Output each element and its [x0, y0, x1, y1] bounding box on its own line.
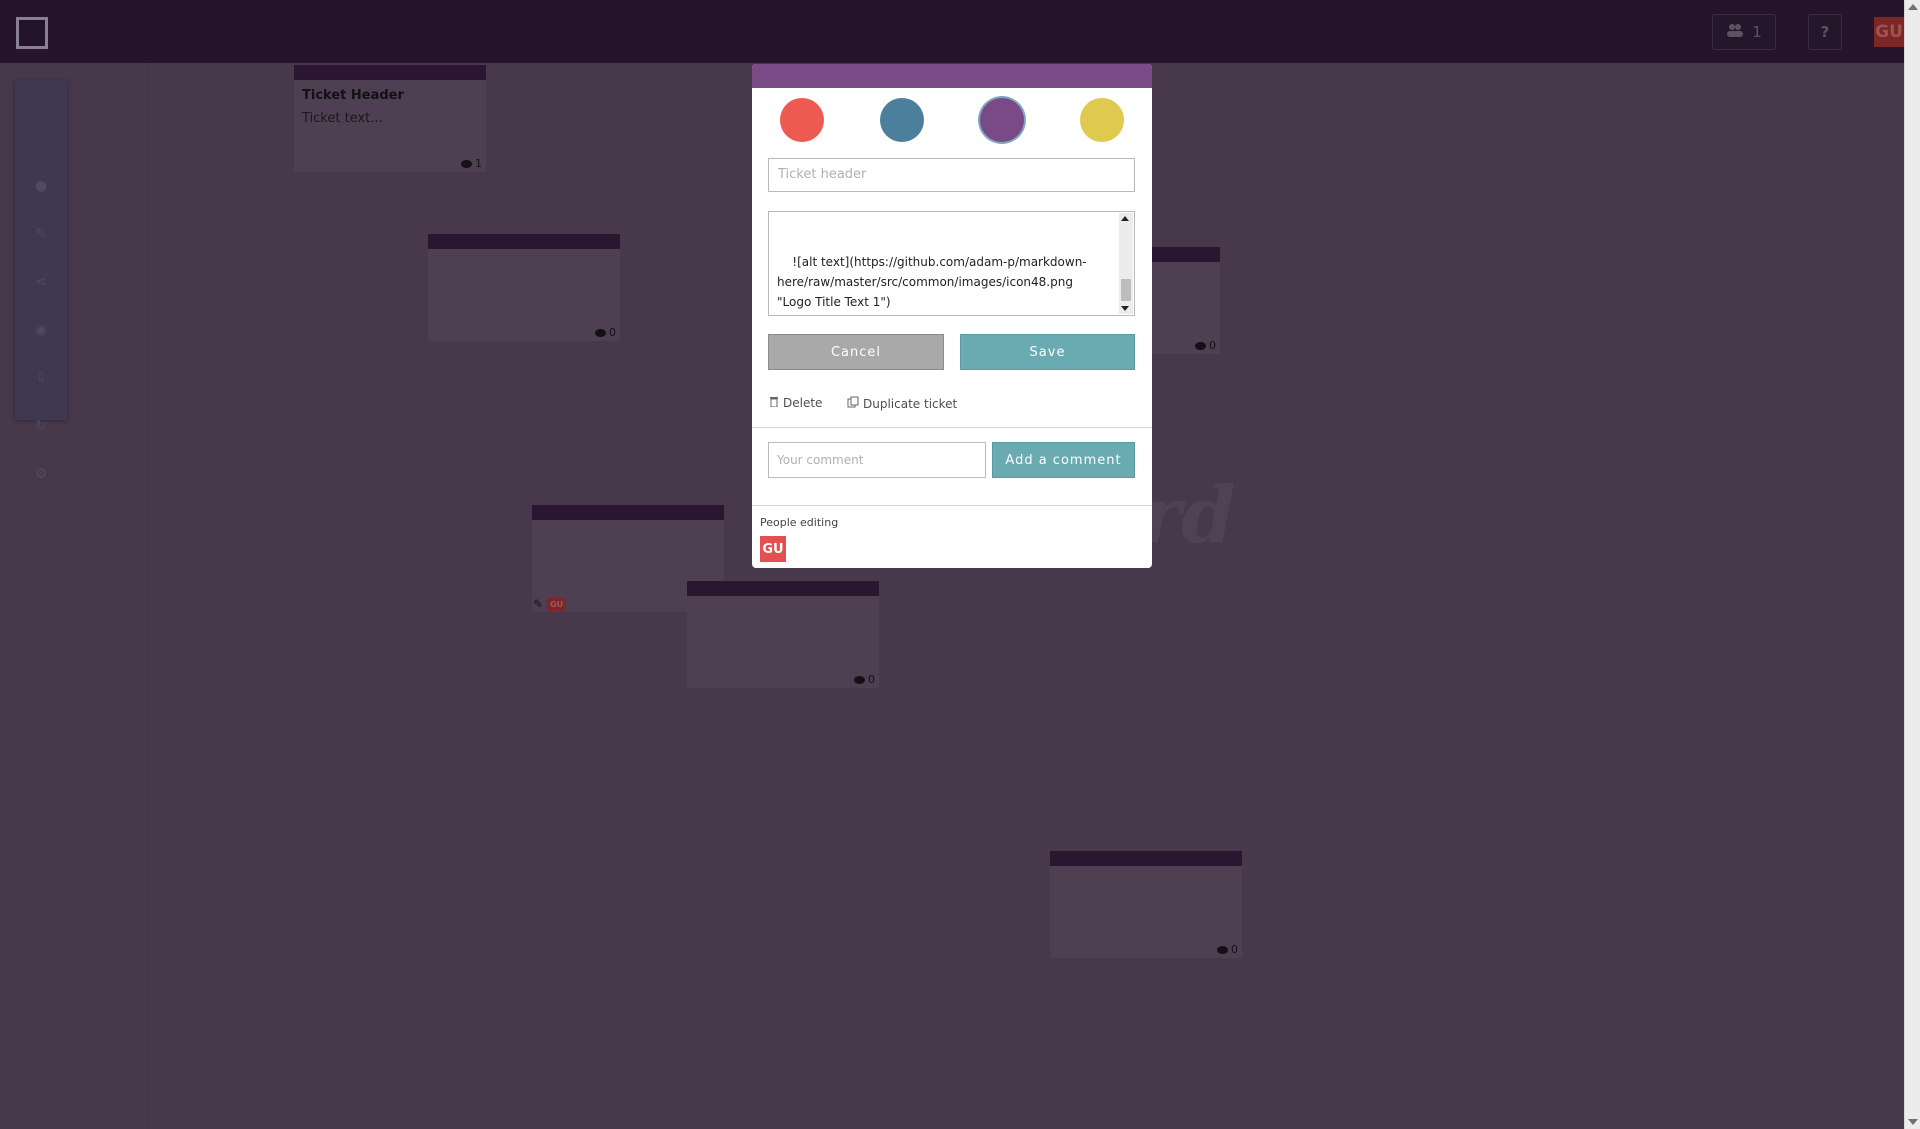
users-icon [1726, 23, 1744, 41]
ticket-color-bar [294, 65, 486, 80]
ticket-color-bar [1050, 851, 1242, 866]
delete-link[interactable]: Delete [769, 396, 822, 410]
ticket-header: Ticket Header [302, 88, 404, 103]
ticket-color-bar [687, 581, 879, 596]
add-comment-button[interactable]: Add a comment [992, 442, 1135, 478]
comment-count: 0 [854, 673, 875, 686]
edit-icon[interactable]: ✎ [15, 224, 67, 244]
ticket[interactable]: 0 [687, 581, 879, 688]
comment-count: 1 [461, 157, 482, 170]
editor-badge: GU [547, 597, 567, 611]
refresh-icon[interactable]: ↻ [15, 416, 67, 436]
help-button[interactable]: ? [1808, 14, 1842, 50]
color-swatch-yellow[interactable] [1080, 98, 1124, 142]
top-bar: 1 ? GU [0, 0, 1904, 63]
ticket-color-bar [532, 505, 724, 520]
modal-divider [752, 427, 1152, 428]
scroll-down-icon[interactable] [1121, 306, 1129, 311]
modal-divider [752, 505, 1152, 506]
duplicate-ticket-link[interactable]: Duplicate ticket [847, 396, 957, 411]
editor-avatar: GU [760, 536, 786, 562]
view-icon[interactable]: ◉ [15, 320, 67, 340]
comment-count: 0 [595, 326, 616, 339]
editing-indicator: ✎ GU [533, 597, 567, 611]
textarea-scrollbar[interactable] [1119, 213, 1133, 314]
ticket-text: Ticket text... [302, 111, 383, 126]
comment-icon [461, 159, 472, 168]
cancel-button[interactable]: Cancel [768, 334, 944, 370]
comment-icon [1217, 945, 1228, 954]
copy-icon [847, 396, 859, 411]
ticket-body-text: ![alt text](https://github.com/adam-p/ma… [777, 255, 1087, 309]
ticket-header-input[interactable]: Ticket header [768, 158, 1135, 192]
scroll-up-icon[interactable] [1121, 216, 1129, 221]
board-watermark: rd [1140, 470, 1236, 561]
pencil-icon: ✎ [533, 597, 544, 611]
ticket[interactable]: Ticket Header Ticket text... 1 [294, 65, 486, 172]
download-icon[interactable]: ⇩ [15, 368, 67, 388]
ticket-color-bar [428, 234, 620, 249]
comment-icon [854, 675, 865, 684]
users-online-button[interactable]: 1 [1712, 14, 1776, 50]
color-swatch-blue[interactable] [880, 98, 924, 142]
share-icon[interactable]: ⋖ [15, 272, 67, 292]
save-button[interactable]: Save [960, 334, 1135, 370]
ticket[interactable]: 0 [428, 234, 620, 341]
edit-ticket-modal: Ticket header ![alt text](https://github… [752, 64, 1152, 568]
people-editing-label: People editing [760, 516, 839, 529]
users-count: 1 [1752, 23, 1762, 41]
comment-input[interactable]: Your comment [768, 442, 986, 478]
comment-count: 0 [1217, 943, 1238, 956]
color-swatch-purple[interactable] [980, 98, 1024, 142]
scroll-down-icon[interactable] [1908, 1119, 1918, 1125]
settings-icon[interactable]: ⚙ [15, 464, 67, 484]
user-avatar[interactable]: GU [1874, 17, 1904, 47]
color-swatch-red[interactable] [780, 98, 824, 142]
tool-sidebar: ● ✎ ⋖ ◉ ⇩ ↻ ⚙ [15, 80, 67, 482]
delete-label: Delete [783, 396, 823, 410]
page-scrollbar[interactable] [1904, 0, 1920, 1129]
board-guide-line [150, 63, 151, 1129]
add-icon[interactable]: ● [15, 176, 67, 196]
comment-icon [1195, 341, 1206, 350]
comment-count: 0 [1195, 339, 1216, 352]
logo-icon[interactable] [16, 17, 48, 49]
comment-icon [595, 328, 606, 337]
ticket-body-textarea[interactable]: ![alt text](https://github.com/adam-p/ma… [768, 211, 1135, 316]
duplicate-label: Duplicate ticket [863, 396, 958, 411]
scroll-up-icon[interactable] [1908, 4, 1918, 10]
trash-icon [769, 396, 779, 410]
ticket[interactable]: 0 [1050, 851, 1242, 958]
modal-color-strip [752, 64, 1152, 88]
scroll-thumb[interactable] [1121, 279, 1131, 301]
